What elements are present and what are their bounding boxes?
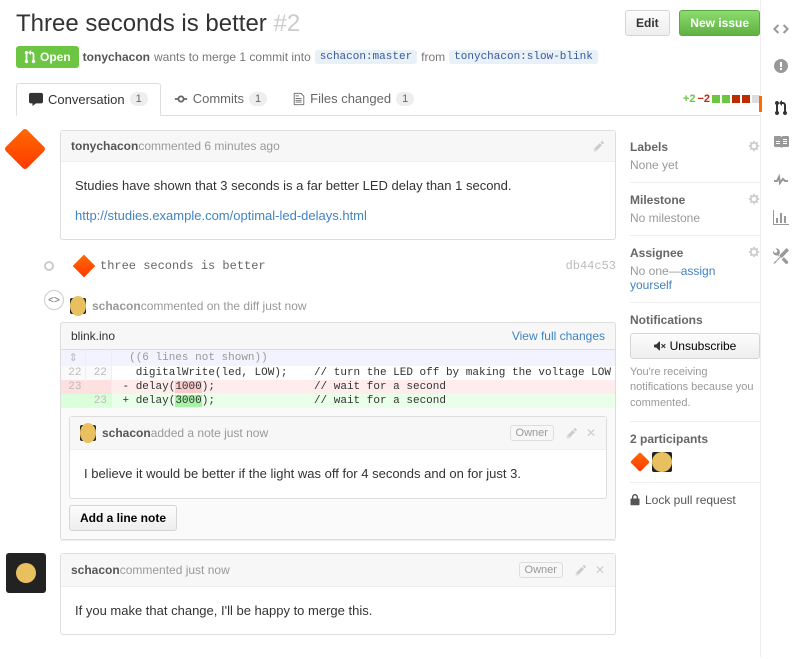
- rail-settings-icon[interactable]: [773, 248, 789, 264]
- file-icon: [293, 92, 305, 106]
- gear-icon[interactable]: [748, 193, 760, 205]
- comment-2: schacon commented just now Owner ✕ If yo…: [60, 553, 616, 636]
- delete-icon[interactable]: ✕: [595, 563, 605, 577]
- pr-author[interactable]: tonychacon: [83, 50, 150, 64]
- commit-row[interactable]: three seconds is better db44c53: [60, 252, 616, 280]
- edit-button[interactable]: Edit: [625, 10, 670, 36]
- issue-title: Three seconds is better #2: [16, 10, 300, 38]
- code-icon: <>: [44, 290, 64, 310]
- commit-sha[interactable]: db44c53: [566, 259, 616, 273]
- avatar-tonychacon[interactable]: [4, 128, 46, 170]
- comment-author[interactable]: tonychacon: [71, 139, 138, 153]
- delete-icon[interactable]: ✕: [586, 426, 596, 440]
- lock-pr-link[interactable]: Lock pull request: [630, 493, 760, 507]
- rail-pr-icon[interactable]: [759, 96, 799, 112]
- issue-number: #2: [273, 10, 300, 37]
- diff-table: ⇕ ((6 lines not shown)) 2222 digitalWrit…: [60, 350, 616, 408]
- diff-file-header: blink.ino View full changes: [60, 322, 616, 350]
- rail-pulse-icon[interactable]: [773, 172, 789, 188]
- comment-1: tonychacon commented 6 minutes ago Studi…: [60, 130, 616, 240]
- mute-icon: [654, 340, 666, 352]
- rail-code-icon[interactable]: [773, 20, 789, 36]
- expand-icon[interactable]: ⇕: [61, 350, 86, 366]
- edit-icon[interactable]: [593, 140, 605, 152]
- commit-icon: [174, 92, 188, 106]
- diffstat: +2 −2: [683, 93, 760, 105]
- pr-icon: [24, 50, 36, 64]
- view-full-changes-link[interactable]: View full changes: [512, 329, 605, 343]
- head-branch[interactable]: tonychacon:slow-blink: [449, 50, 598, 64]
- comment-link[interactable]: http://studies.example.com/optimal-led-d…: [75, 208, 367, 223]
- state-badge: Open: [16, 46, 79, 68]
- rail-wiki-icon[interactable]: [773, 134, 789, 150]
- lock-icon: [630, 494, 640, 506]
- tab-conversation[interactable]: Conversation1: [16, 83, 161, 116]
- owner-badge: Owner: [519, 562, 563, 578]
- tab-files[interactable]: Files changed1: [280, 82, 427, 115]
- gear-icon[interactable]: [748, 246, 760, 258]
- owner-badge: Owner: [510, 425, 554, 441]
- new-issue-button[interactable]: New issue: [679, 10, 760, 36]
- timeline-dot-icon: [44, 261, 54, 271]
- gear-icon[interactable]: [748, 140, 760, 152]
- comment-icon: [29, 92, 43, 106]
- avatar-schacon-small[interactable]: [70, 298, 86, 314]
- unsubscribe-button[interactable]: Unsubscribe: [630, 333, 760, 359]
- base-branch[interactable]: schacon:master: [315, 50, 417, 64]
- avatar-schacon[interactable]: [6, 553, 46, 593]
- edit-icon[interactable]: [566, 427, 578, 439]
- participant-avatar-2[interactable]: [652, 452, 672, 472]
- rail-graphs-icon[interactable]: [773, 210, 789, 226]
- tab-commits[interactable]: Commits1: [161, 82, 280, 115]
- avatar-schacon-tiny[interactable]: [80, 425, 96, 441]
- edit-icon[interactable]: [575, 564, 587, 576]
- add-line-note-button[interactable]: Add a line note: [69, 505, 177, 531]
- commit-avatar: [73, 255, 96, 278]
- rail-issues-icon[interactable]: [773, 58, 789, 74]
- participant-avatar-1[interactable]: [630, 452, 650, 472]
